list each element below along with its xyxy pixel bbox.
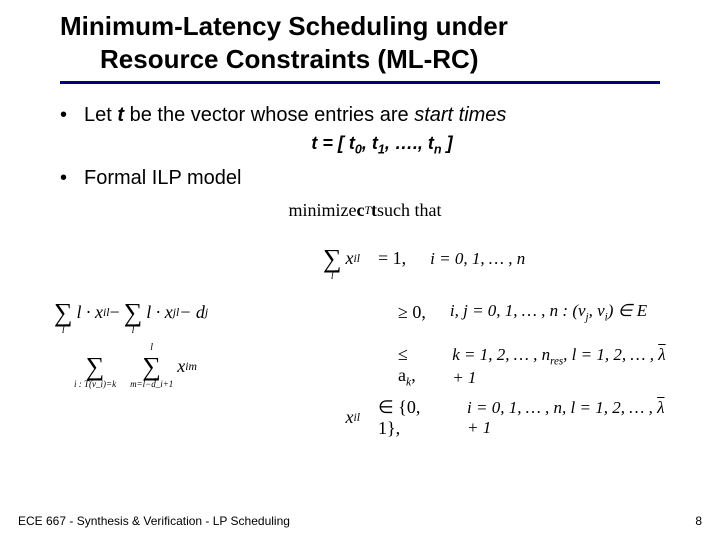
constraint-4: xil ∈ {0, 1}, i = 0, 1, … , n, l = 1, 2,… [50,397,680,439]
slide: Minimum-Latency Scheduling under Resourc… [0,0,720,540]
constraint-2: ∑l l · xil − ∑l l · xjl − dj ≥ 0, i, j =… [50,289,680,337]
constraint-3: ∑i : T(v_i)=k l∑m=l−d_i+1 xim ≤ ak, k = … [50,343,680,391]
sigma-icon: ∑l [124,289,143,337]
lambda-bar: λ [657,398,664,418]
title-line2: Resource Constraints (ML-RC) [60,43,680,76]
bullet-list: Let t be the vector whose entries are st… [60,102,680,192]
constraint-1: ∑l xil = 1, i = 0, 1, … , n [50,235,680,283]
page-number: 8 [695,514,702,528]
footer-left: ECE 667 - Synthesis & Verification - LP … [18,514,290,528]
footer: ECE 667 - Synthesis & Verification - LP … [18,514,702,528]
sigma-icon: l∑m=l−d_i+1 [130,343,173,391]
title-line1: Minimum-Latency Scheduling under [60,10,680,43]
title-block: Minimum-Latency Scheduling under Resourc… [0,0,720,84]
objective-line: minimize cTt such that [50,200,680,221]
slide-title: Minimum-Latency Scheduling under Resourc… [60,10,680,75]
sigma-icon: ∑l [54,289,73,337]
sigma-icon: ∑l [323,235,342,283]
slide-body: Let t be the vector whose entries are st… [0,84,720,192]
lambda-bar: λ [658,345,665,365]
bullet-2: Formal ILP model [60,165,680,192]
math-block: minimize cTt such that ∑l xil = 1, i = 0… [0,200,720,439]
sigma-icon: ∑i : T(v_i)=k [74,343,116,391]
vector-definition: t = [ t0, t1, …., tn ] [84,131,680,159]
start-times: start times [414,104,506,126]
bullet-1: Let t be the vector whose entries are st… [60,102,680,159]
